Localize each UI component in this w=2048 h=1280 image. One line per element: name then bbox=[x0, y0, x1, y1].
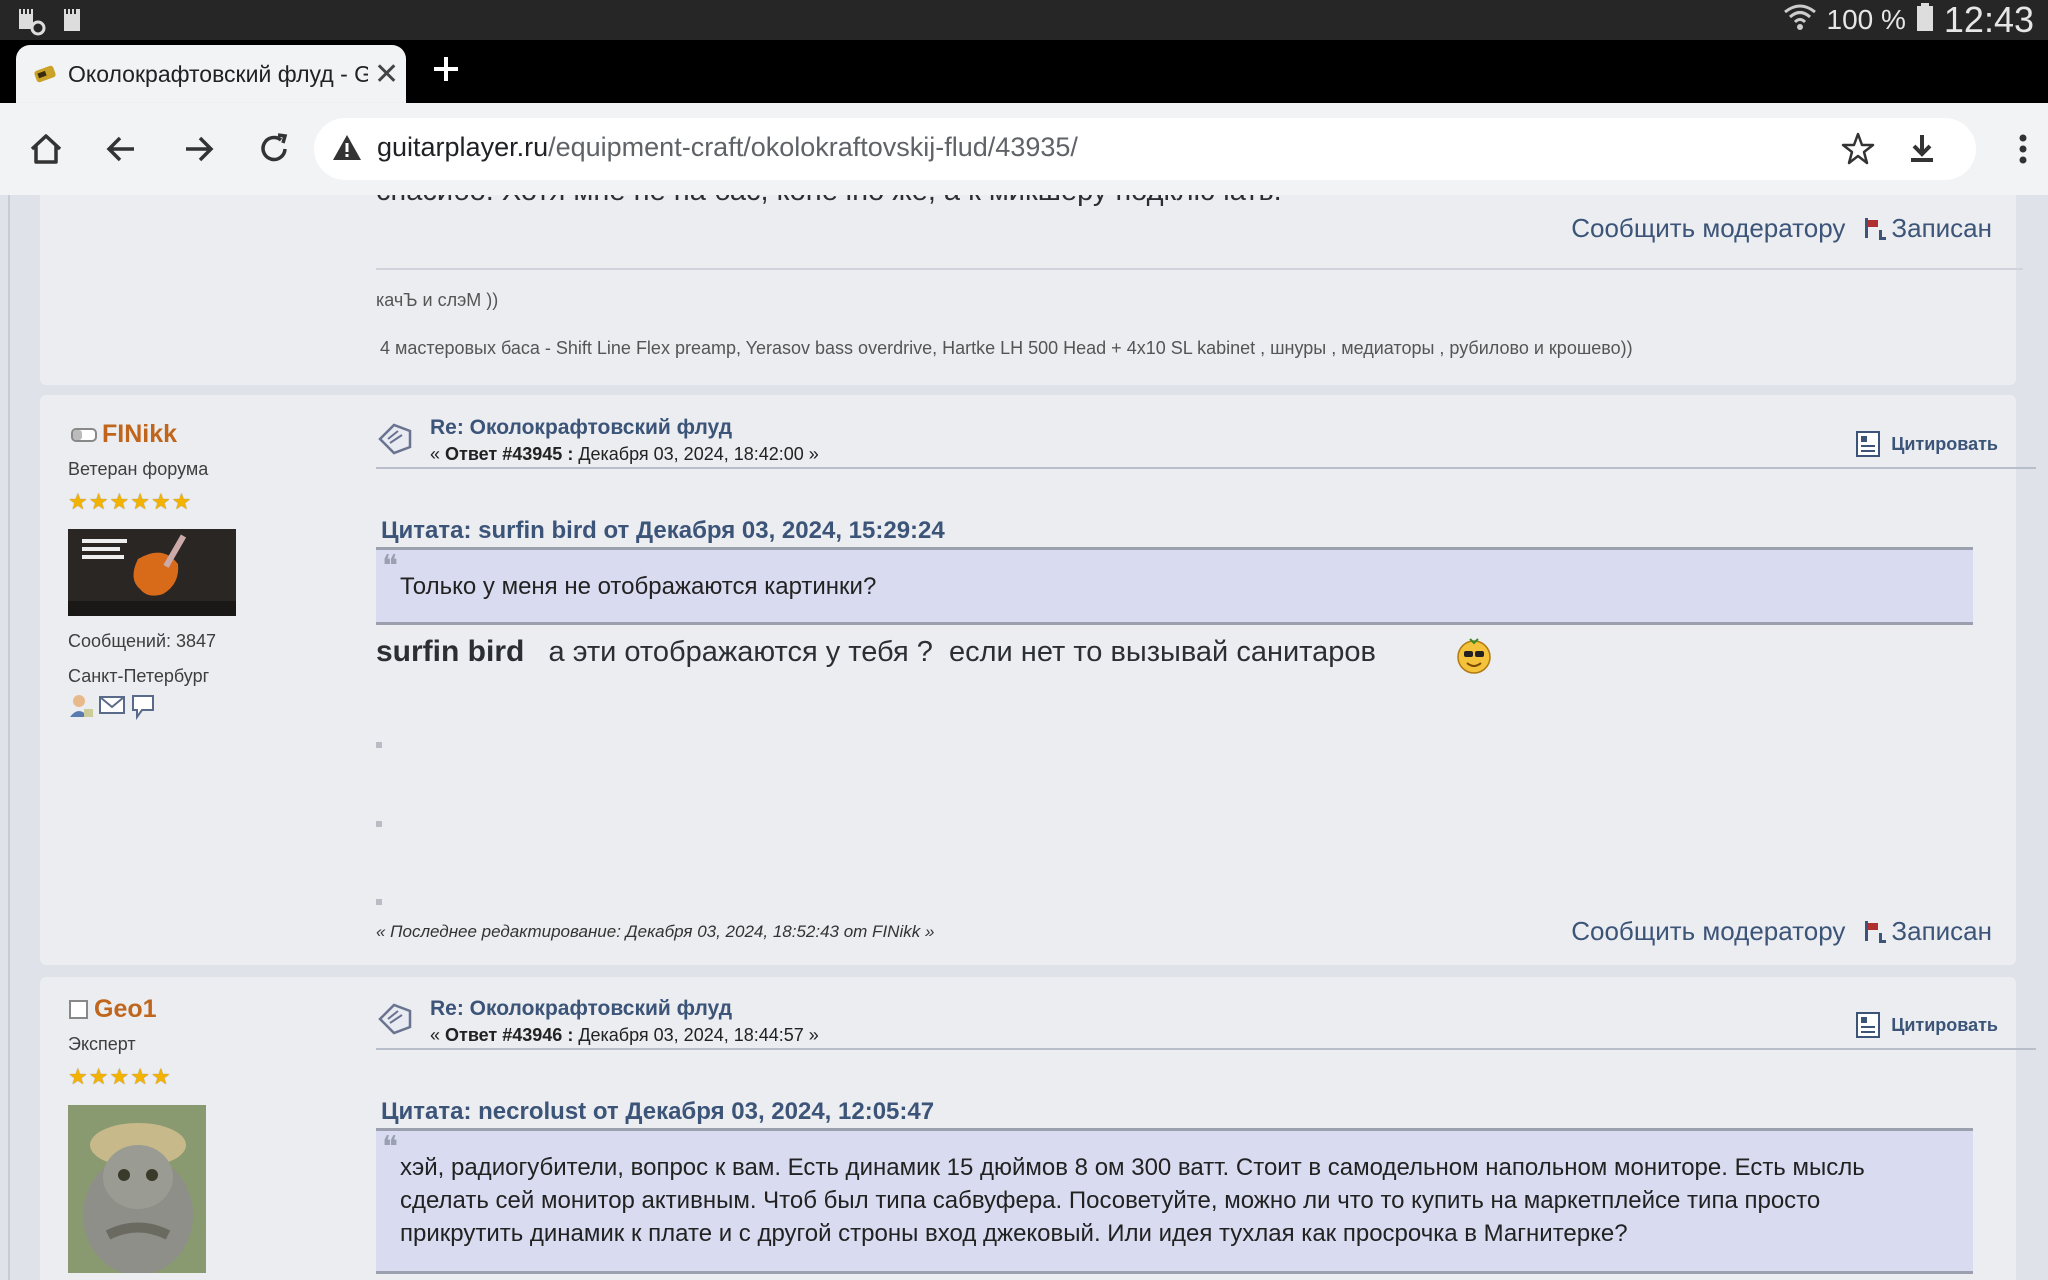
last-edit-note: « Последнее редактирование: Декабря 03, … bbox=[376, 922, 935, 941]
quote-block: ❝ хэй, радиогубители, вопрос к вам. Есть… bbox=[376, 1128, 1973, 1274]
post-reply-meta: « Ответ #43945 : Декабря 03, 2024, 18:42… bbox=[430, 444, 819, 464]
reply-number-link[interactable]: Ответ #43946 : bbox=[445, 1025, 573, 1045]
offline-status-icon bbox=[68, 999, 90, 1026]
new-tab-plus-icon[interactable] bbox=[432, 50, 460, 90]
signature-divider bbox=[376, 268, 2023, 270]
author-name-link[interactable]: Geo1 bbox=[94, 995, 157, 1024]
quote-icon bbox=[1856, 1012, 1881, 1038]
broken-image-bullet bbox=[376, 821, 382, 827]
report-moderator-link[interactable]: Сообщить модератору bbox=[1571, 213, 1845, 244]
quote-header: Цитата: surfin bird от Декабря 03, 2024,… bbox=[381, 517, 945, 544]
home-icon[interactable] bbox=[24, 127, 68, 171]
logged-link[interactable]: Записан bbox=[1863, 213, 1992, 244]
post-topic-icon bbox=[376, 1001, 414, 1042]
star-icon: ★ bbox=[130, 489, 150, 514]
post-header-divider bbox=[376, 467, 2036, 469]
rank-stars: ★ ★ ★ ★ ★ ★ bbox=[68, 489, 191, 515]
wifi-icon bbox=[1783, 2, 1817, 39]
quote-icon bbox=[1856, 431, 1881, 457]
star-icon: ★ bbox=[88, 489, 109, 514]
post-title-link[interactable]: Re: Околокрафтовский флуд bbox=[430, 416, 732, 440]
avatar[interactable] bbox=[68, 529, 236, 616]
avatar[interactable] bbox=[68, 1105, 206, 1275]
page-left-border bbox=[8, 195, 10, 1280]
profile-icon[interactable] bbox=[68, 693, 94, 726]
report-moderator-link[interactable]: Сообщить модератору bbox=[1571, 916, 1845, 947]
reply-number-link[interactable]: Ответ #43945 : bbox=[445, 444, 573, 464]
address-bar[interactable]: guitarplayer.ru/equipment-craft/okolokra… bbox=[314, 118, 1976, 180]
quote-button[interactable]: Цитировать bbox=[1855, 430, 1998, 458]
back-arrow-icon[interactable] bbox=[100, 127, 144, 171]
reload-icon[interactable] bbox=[252, 127, 296, 171]
clock: 12:43 bbox=[1943, 0, 2034, 40]
post-reply-meta: « Ответ #43946 : Декабря 03, 2024, 18:44… bbox=[430, 1025, 819, 1045]
author-location: Санкт-Петербург bbox=[68, 666, 210, 686]
quote-text: Только у меня не отображаются картинки? bbox=[400, 573, 877, 600]
signature-line-1: качЪ и слэМ )) bbox=[376, 290, 499, 310]
post-text-partial: спасибо. Хотя мне не на бас, конечно же,… bbox=[376, 195, 1282, 208]
star-icon: ★ bbox=[109, 1064, 130, 1089]
logged-ip-icon bbox=[1865, 920, 1887, 943]
sd-card-settings-icon bbox=[16, 6, 46, 41]
post-previous: спасибо. Хотя мне не на бас, конечно же,… bbox=[40, 195, 2023, 385]
browser-toolbar: guitarplayer.ru/equipment-craft/okolokra… bbox=[0, 103, 2048, 195]
personal-message-icon[interactable] bbox=[130, 693, 156, 726]
logged-ip-icon bbox=[1865, 217, 1887, 240]
logged-link[interactable]: Записан bbox=[1863, 916, 1992, 947]
post-body: surfin bird а эти отображаются у тебя ? … bbox=[376, 635, 1384, 668]
post-header-divider bbox=[376, 1048, 2036, 1050]
quote-block: ❝ Только у меня не отображаются картинки… bbox=[376, 547, 1973, 625]
star-icon: ★ bbox=[150, 489, 171, 514]
star-icon: ★ bbox=[130, 1064, 150, 1089]
post-43946: Geo1 Эксперт ★ ★ ★ ★ ★ Re: Околокрафтовский … bbox=[40, 977, 2036, 1280]
battery-percent: 100 % bbox=[1826, 4, 1906, 35]
guitar-favicon-icon bbox=[34, 64, 56, 84]
quote-text-line-1: хэй, радиогубители, вопрос к вам. Есть д… bbox=[400, 1154, 1865, 1181]
storage-100-icon bbox=[60, 6, 84, 41]
post-actions: Сообщить модератору Записан bbox=[1571, 916, 1992, 947]
bookmark-star-icon[interactable] bbox=[1840, 131, 1876, 173]
more-menu-icon[interactable] bbox=[2008, 127, 2038, 171]
smiley-sunglasses-icon bbox=[1456, 635, 1492, 680]
post-topic-icon bbox=[376, 421, 414, 462]
tab-title: Околокрафтовский флуд - Gu bbox=[68, 60, 368, 87]
author-rank: Ветеран форума bbox=[68, 459, 209, 479]
rank-stars: ★ ★ ★ ★ ★ bbox=[68, 1064, 171, 1090]
quote-mark-icon: ❝ bbox=[382, 1130, 399, 1165]
quote-header: Цитата: necrolust от Декабря 03, 2024, 1… bbox=[381, 1098, 935, 1125]
tab-strip: Околокрафтовский флуд - Gu ✕ bbox=[0, 40, 2048, 103]
forward-arrow-icon[interactable] bbox=[176, 127, 220, 171]
star-icon: ★ bbox=[171, 489, 192, 514]
star-icon: ★ bbox=[88, 1064, 109, 1089]
star-icon: ★ bbox=[150, 1064, 171, 1089]
download-icon[interactable] bbox=[1904, 131, 1940, 172]
signature-line-2: 4 мастеровых баса - Shift Line Flex prea… bbox=[380, 338, 1633, 358]
post-actions: Сообщить модератору Записан bbox=[1571, 213, 1992, 244]
broken-image-bullet bbox=[376, 742, 382, 748]
quote-button[interactable]: Цитировать bbox=[1855, 1011, 1998, 1039]
star-icon: ★ bbox=[68, 489, 88, 514]
quote-mark-icon: ❝ bbox=[382, 549, 399, 584]
tab-close-icon[interactable]: ✕ bbox=[374, 57, 399, 92]
browser-tab-active[interactable]: Околокрафтовский флуд - Gu ✕ bbox=[16, 45, 406, 103]
post-title-link[interactable]: Re: Околокрафтовский флуд bbox=[430, 997, 732, 1021]
status-bar: 100 % 12:43 bbox=[0, 0, 2048, 40]
mention-bold: surfin bird bbox=[376, 635, 525, 668]
author-rank: Эксперт bbox=[68, 1034, 136, 1054]
broken-image-bullet bbox=[376, 899, 382, 905]
url-text[interactable]: guitarplayer.ru/equipment-craft/okolokra… bbox=[377, 132, 1078, 163]
offline-status-icon bbox=[70, 425, 98, 450]
star-icon: ★ bbox=[68, 1064, 88, 1089]
quote-text-line-2: сделать сей монитор активным. Чтоб был т… bbox=[400, 1187, 1821, 1214]
quote-text-line-3: прикрутить динамик к плате и с другой ст… bbox=[400, 1220, 1628, 1247]
forum-page: спасибо. Хотя мне не на бас, конечно же,… bbox=[0, 195, 2048, 1280]
post-43945: FINikk Ветеран форума ★ ★ ★ ★ ★ ★ Сообщений: … bbox=[40, 395, 2036, 965]
author-name-link[interactable]: FINikk bbox=[102, 420, 177, 449]
battery-icon bbox=[1916, 2, 1934, 39]
email-icon[interactable] bbox=[98, 693, 126, 726]
author-posts-count: Сообщений: 3847 bbox=[68, 631, 217, 651]
author-actions bbox=[68, 693, 156, 726]
star-icon: ★ bbox=[109, 489, 130, 514]
not-secure-warning-icon[interactable] bbox=[332, 133, 362, 168]
